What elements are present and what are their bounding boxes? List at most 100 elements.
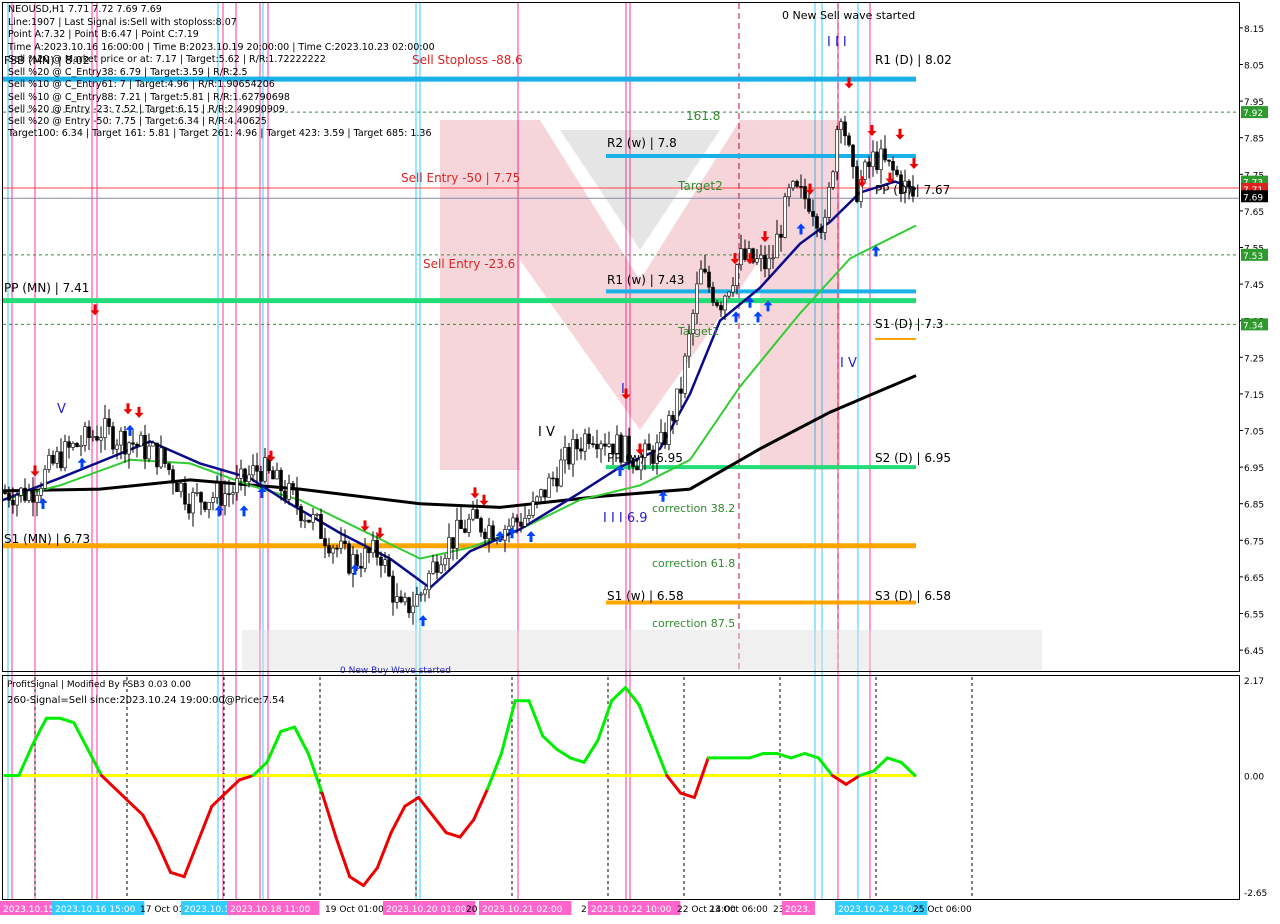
- annotation-label: Sell Stoploss -88.6: [412, 53, 523, 67]
- time-label: 23 Oct 06:00: [709, 905, 768, 915]
- price-tag-label: 7.53: [1243, 252, 1263, 262]
- annotation-label: V: [57, 402, 66, 417]
- candle-body: [407, 597, 411, 614]
- candle-body: [595, 443, 599, 450]
- info-line-6: Sell %10 @ C_Entry61: 7 | Target:4.96 | …: [8, 79, 275, 90]
- candle-body: [179, 482, 183, 492]
- candle-body: [535, 496, 539, 503]
- symbol-line: NEOUSD,H1 7.71 7.72 7.69 7.69: [8, 4, 162, 15]
- time-label: 2023.10.22 10:00: [591, 905, 672, 915]
- watermark-text: [242, 630, 1042, 670]
- price-tag-label: 7.69: [1243, 193, 1263, 203]
- candle-body: [239, 468, 243, 479]
- annotation-label: I: [621, 382, 625, 397]
- candle-body: [111, 426, 115, 450]
- annotation-label: correction 38.2: [652, 502, 735, 515]
- candle-body: [419, 593, 423, 596]
- candle-body: [403, 597, 407, 603]
- candle-body: [783, 196, 787, 238]
- annotation-label: S2 (D) | 6.95: [875, 451, 951, 465]
- candle-body: [71, 443, 75, 448]
- candle-body: [451, 537, 455, 549]
- candle-body: [671, 415, 675, 421]
- candle-body: [863, 161, 867, 180]
- candle-body: [215, 482, 219, 498]
- time-label: 19 Oct 01:00: [325, 905, 384, 915]
- annotation-label: correction 61.8: [652, 557, 735, 570]
- candle-body: [503, 529, 507, 541]
- candle-body: [415, 594, 419, 607]
- candle-body: [359, 565, 363, 569]
- candle-body: [723, 295, 727, 311]
- candle-body: [487, 525, 491, 539]
- candle-body: [347, 543, 351, 574]
- candle-body: [175, 482, 179, 492]
- candle-body: [891, 161, 895, 171]
- candle-body: [659, 432, 663, 444]
- candle-body: [527, 514, 531, 519]
- candle-body: [755, 258, 759, 263]
- candle-body: [423, 589, 427, 595]
- candle-body: [735, 264, 739, 287]
- candle-body: [303, 519, 307, 522]
- candle-body: [123, 430, 127, 455]
- candle-body: [847, 135, 851, 146]
- price-tick-label: 7.25: [1244, 354, 1264, 364]
- candle-body: [879, 148, 883, 170]
- candle-body: [87, 426, 91, 438]
- candle-body: [291, 483, 295, 491]
- candle-body: [791, 181, 795, 189]
- info-line-1: Line:1907 | Last Signal is:Sell with sto…: [8, 17, 237, 28]
- price-tag-label: 7.34: [1243, 321, 1263, 331]
- price-tick-label: 7.15: [1244, 391, 1264, 401]
- candle-body: [663, 432, 667, 445]
- candle-body: [515, 517, 519, 523]
- candle-body: [23, 487, 27, 501]
- time-label: 2023.10.24 23:00: [838, 905, 919, 915]
- candle-body: [195, 492, 199, 494]
- chart-svg[interactable]: Sell Stoploss -88.6FSB (MN) | 8.02 R1 (D)…: [0, 0, 1280, 920]
- candle-body: [319, 514, 323, 539]
- candle-body: [147, 445, 151, 460]
- candle-body: [83, 426, 87, 446]
- candle-body: [647, 443, 651, 451]
- candle-body: [395, 596, 399, 603]
- candle-body: [159, 447, 163, 468]
- time-label: 2023.: [785, 905, 811, 915]
- candle-body: [271, 470, 275, 480]
- price-tick-label: 7.85: [1244, 135, 1264, 145]
- trading-chart-window: Sell Stoploss -88.6 FSB (MN) | 8.02 R1 (D)…: [0, 0, 1280, 920]
- price-tick-label: 8.15: [1244, 25, 1264, 35]
- candle-body: [343, 540, 347, 545]
- annotation-label: Sell Entry -50 | 7.75: [401, 171, 520, 185]
- candle-body: [39, 488, 43, 496]
- candle-body: [219, 482, 223, 506]
- candle-body: [491, 525, 495, 540]
- candle-body: [463, 528, 467, 533]
- time-label: 2023.10.16 15:00: [55, 905, 136, 915]
- price-tick-label: 6.65: [1244, 574, 1264, 584]
- candle-body: [787, 187, 791, 198]
- candle-body: [707, 271, 711, 288]
- candle-body: [163, 447, 167, 464]
- candle-body: [835, 129, 839, 173]
- price-tick-label: 6.45: [1244, 647, 1264, 657]
- candle-body: [483, 531, 487, 539]
- candle-body: [875, 151, 879, 170]
- price-tag-label: 7.92: [1243, 109, 1263, 119]
- candle-body: [11, 499, 15, 506]
- candle-body: [507, 525, 511, 530]
- candle-body: [807, 198, 811, 212]
- annotation-label: Sell Entry -23.6: [423, 257, 515, 271]
- candle-body: [555, 477, 559, 487]
- info-line-5: Sell %20 @ C_Entry38: 6.79 | Target:3.59…: [8, 67, 248, 78]
- candle-body: [771, 257, 775, 260]
- candle-body: [839, 121, 843, 131]
- annotation-label: S1 (MN) | 6.73: [4, 532, 90, 546]
- annotation-label: I I I: [827, 35, 847, 50]
- candle-body: [315, 514, 319, 516]
- candle-body: [667, 415, 671, 445]
- candle-body: [635, 466, 639, 471]
- annotation-label: R1 (w) | 7.43: [607, 273, 684, 287]
- candle-body: [399, 596, 403, 603]
